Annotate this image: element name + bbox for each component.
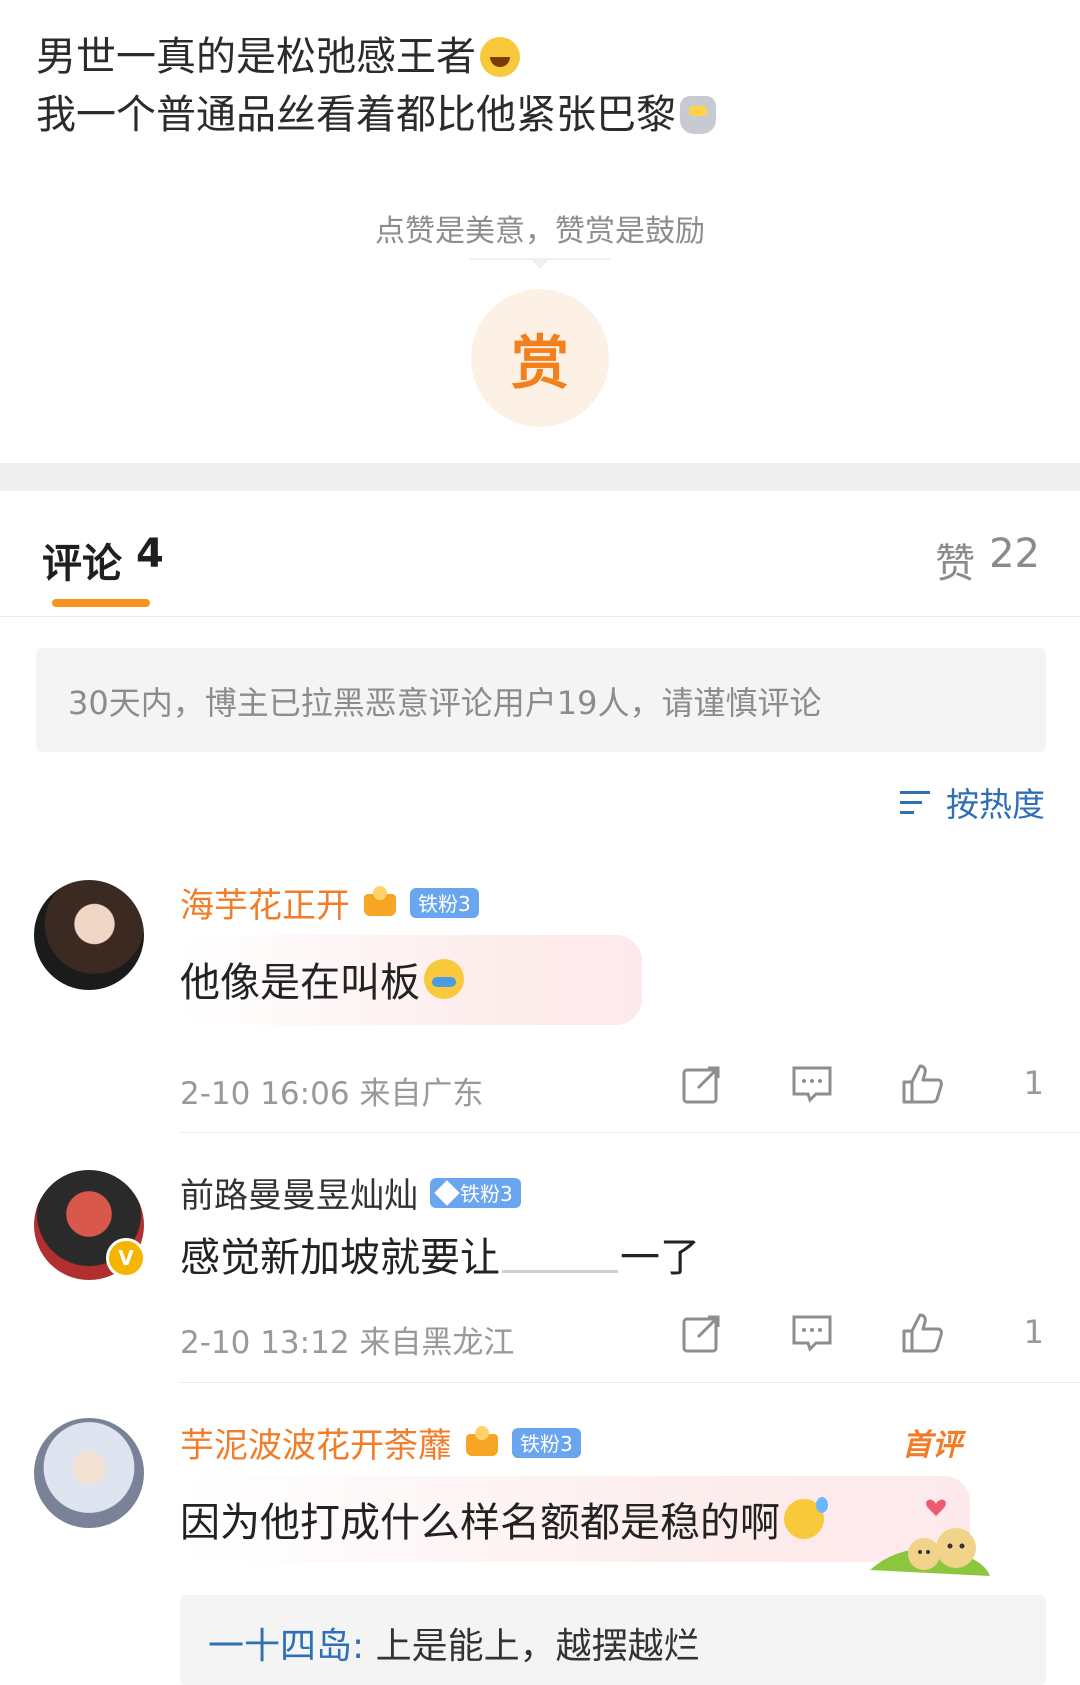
tab-comments[interactable]: 评论 4 [42,531,164,589]
first-comment-tag: 首评 [902,1428,962,1463]
comment-separator [180,1132,1080,1133]
comment-text: 感觉新加坡就要让 [180,1235,500,1281]
comment-username[interactable]: 海芋花正开 [180,878,350,927]
like-count: 1 [1023,1313,1044,1351]
active-tab-indicator [52,599,150,607]
comment-tabs: 评论 4 赞 22 [0,491,1080,617]
reward-hint: 点赞是美意，赞赏是鼓励 [375,214,705,249]
crown-icon [362,885,398,920]
avatar[interactable] [34,880,144,990]
verified-badge-icon: V [106,1238,146,1278]
post-line-1: 男世一真的是松弛感王者 [36,34,476,80]
like-count: 1 [1023,1064,1044,1102]
nested-reply[interactable]: 一十四岛: 上是能上，越摆越烂 [180,1595,1046,1685]
comment-text-tail: 一了 [620,1235,700,1281]
comment-meta: 2-10 13:12 来自黑龙江 [180,1325,515,1361]
diamond-icon [434,1179,460,1206]
tab-likes[interactable]: 赞 22 [935,531,1040,589]
like-icon[interactable] [900,1062,944,1106]
sort-icon [900,787,938,817]
reply-username[interactable]: 一十四岛 [208,1626,352,1667]
comment-text: 因为他打成什么样名额都是稳的啊 [180,1500,780,1546]
fan-badge: 铁粉3 [512,1427,581,1458]
notice-text: 30天内，博主已拉黑恶意评论用户19人，请谨慎评论 [68,684,822,722]
crying-laugh-emoji-icon [424,959,464,999]
section-divider [0,463,1080,491]
comment-meta: 2-10 16:06 来自广东 [180,1076,484,1112]
comment-separator [180,1382,1080,1383]
share-icon[interactable] [680,1062,724,1106]
reward-button[interactable]: 赏 [471,289,609,427]
fan-badge: 铁粉3 [430,1177,521,1208]
blocked-users-notice: 30天内，博主已拉黑恶意评论用户19人，请谨慎评论 [36,648,1046,752]
sweat-smile-emoji-icon [784,1497,828,1539]
comment-username[interactable]: 芋泥波波花开荼蘼 [180,1418,452,1467]
reply-colon: : [352,1626,376,1667]
fan-badge-label: 铁粉3 [460,1182,513,1206]
reply-text: 上是能上，越摆越烂 [375,1626,700,1667]
share-icon[interactable] [680,1311,724,1355]
crown-icon [464,1425,500,1460]
fan-badge: 铁粉3 [410,887,479,918]
dumpling-sticker-icon [864,1490,994,1580]
reward-caret-icon [530,259,550,269]
laughing-emoji-icon [480,37,520,77]
tab-comments-label: 评论 [42,541,122,587]
comment-icon[interactable] [790,1311,834,1355]
post-line-2: 我一个普通品丝看着都比他紧张巴黎 [36,92,676,138]
tab-comments-count: 4 [136,531,164,577]
robot-emoji-icon [680,96,716,134]
tab-likes-count: 22 [989,531,1040,577]
sort-label: 按热度 [946,785,1045,824]
sort-button[interactable]: 按热度 [900,778,1045,826]
obscured-characters [502,1236,618,1273]
like-icon[interactable] [900,1311,944,1355]
avatar[interactable] [34,1418,144,1528]
post-text: 男世一真的是松弛感王者 我一个普通品丝看着都比他紧张巴黎 [36,28,716,144]
comment-text: 他像是在叫板 [180,960,420,1006]
comment-username[interactable]: 前路曼曼昱灿灿 [180,1168,418,1217]
tab-likes-label: 赞 [935,541,976,587]
post-content: 男世一真的是松弛感王者 我一个普通品丝看着都比他紧张巴黎 点赞是美意，赞赏是鼓励… [0,0,1080,463]
comment-icon[interactable] [790,1062,834,1106]
